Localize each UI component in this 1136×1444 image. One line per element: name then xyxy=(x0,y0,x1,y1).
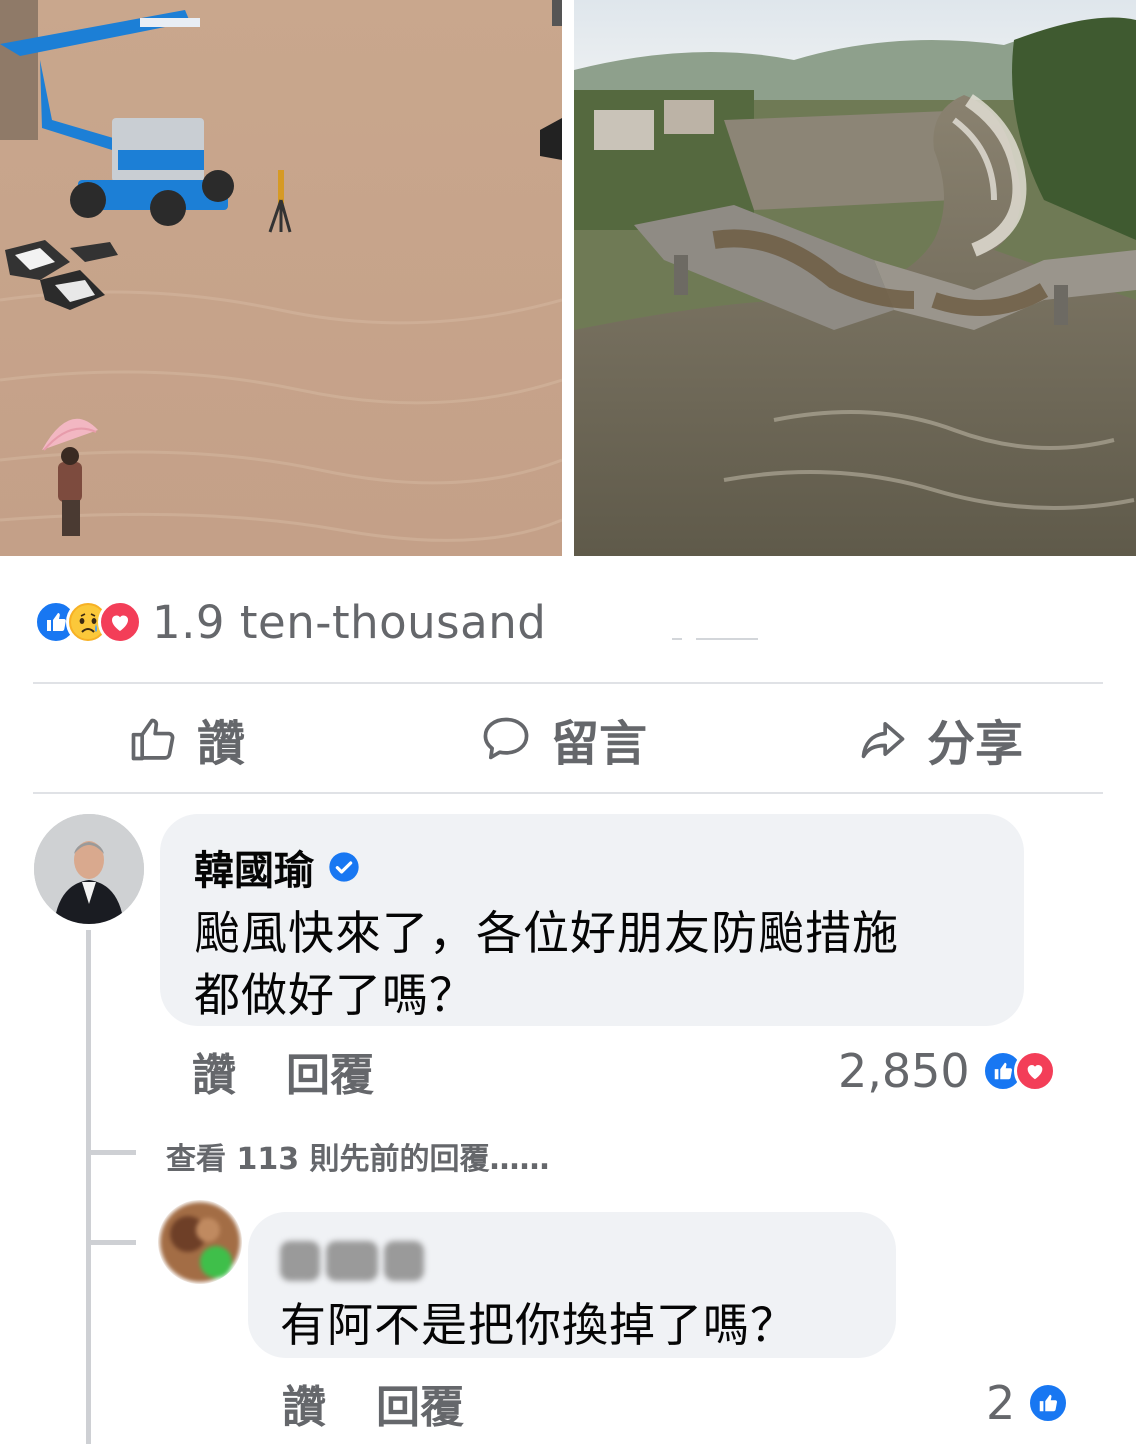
reply-reaction-summary[interactable]: 2 xyxy=(986,1372,1070,1434)
replier-avatar[interactable] xyxy=(158,1200,242,1284)
thread-branch xyxy=(86,1240,136,1245)
comment-like-button[interactable]: 讚 xyxy=(192,1039,236,1103)
post-photo-grid xyxy=(0,0,1136,556)
thread-branch xyxy=(86,1150,136,1155)
comment-bubble: 韓國瑜 颱風快來了，各位好朋友防颱措施 都做好了嗎？ xyxy=(160,814,1024,1026)
comment-text-line2: 都做好了嗎？ xyxy=(194,968,476,1022)
love-reaction-icon xyxy=(98,600,142,644)
comment-text-line1: 颱風快來了，各位好朋友防颱措施 xyxy=(194,906,899,960)
like-label: 讚 xyxy=(197,716,246,772)
reaction-divider xyxy=(33,682,1103,684)
comment-text: 颱風快來了，各位好朋友防颱措施 都做好了嗎？ xyxy=(194,902,899,1026)
comment-actions: 讚 回覆 xyxy=(192,1040,374,1102)
share-button[interactable]: 分享 xyxy=(857,686,1023,792)
like-reaction-icon xyxy=(1027,1382,1070,1424)
collapsed-bridge-image xyxy=(574,0,1136,556)
reply-like-button[interactable]: 讚 xyxy=(282,1371,326,1435)
comment-bubble-icon xyxy=(479,713,533,765)
post-action-bar: 讚 留言 分享 xyxy=(33,686,1103,792)
thread-line xyxy=(86,930,91,1444)
reaction-summary[interactable]: 1.9 ten-thousand xyxy=(34,590,546,654)
share-arrow-icon xyxy=(857,713,909,765)
reply-reaction-count: 2 xyxy=(986,1376,1016,1430)
comment-reaction-count: 2,850 xyxy=(838,1044,970,1098)
action-divider xyxy=(33,792,1103,794)
comment-author[interactable]: 韓國瑜 xyxy=(194,838,899,896)
reply-actions: 讚 回覆 xyxy=(282,1372,464,1434)
flooded-street-image xyxy=(0,0,562,556)
verified-badge-icon xyxy=(328,851,360,883)
love-reaction-icon xyxy=(1013,1050,1056,1092)
comment-label: 留言 xyxy=(551,716,648,772)
obscured-author-name[interactable] xyxy=(280,1232,797,1290)
comment-reply-button[interactable]: 回覆 xyxy=(286,1039,374,1103)
view-previous-replies-link[interactable]: 查看 113 則先前的回覆…… xyxy=(166,1134,550,1178)
thumbs-up-icon xyxy=(127,713,179,765)
reply-bubble: 有阿不是把你換掉了嗎？ xyxy=(248,1212,896,1358)
comment-button[interactable]: 留言 xyxy=(479,686,647,792)
share-label: 分享 xyxy=(927,716,1024,772)
flooded-street-photo[interactable] xyxy=(0,0,562,556)
reply-reply-button[interactable]: 回覆 xyxy=(376,1371,464,1435)
collapsed-bridge-photo[interactable] xyxy=(574,0,1136,556)
comment-reaction-summary[interactable]: 2,850 xyxy=(838,1040,1056,1102)
obscured-meta xyxy=(672,628,758,647)
reaction-count[interactable]: 1.9 ten-thousand xyxy=(152,596,546,649)
like-button[interactable]: 讚 xyxy=(127,686,245,792)
author-name[interactable]: 韓國瑜 xyxy=(194,838,314,896)
commenter-avatar[interactable] xyxy=(34,814,144,924)
reply-text: 有阿不是把你換掉了嗎？ xyxy=(280,1298,797,1352)
